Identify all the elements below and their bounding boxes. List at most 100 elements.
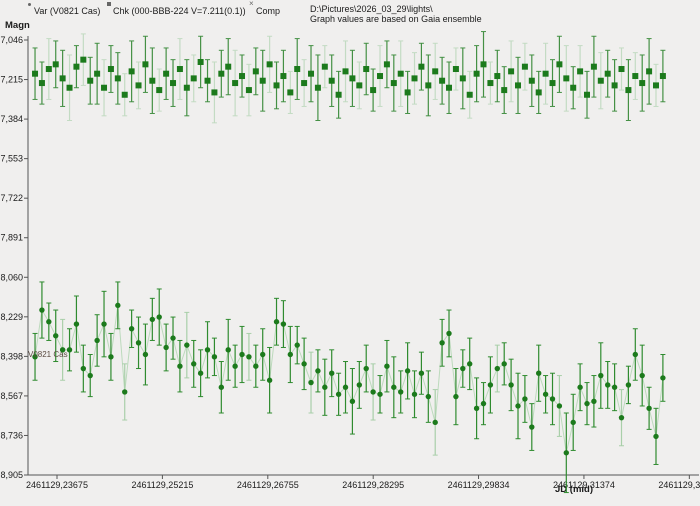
chk-data-point <box>73 64 79 70</box>
x-tick-label: 2461129,28295 <box>342 480 404 490</box>
chk-data-point <box>315 85 321 91</box>
chk-data-point <box>225 64 231 70</box>
chk-data-point <box>563 75 569 81</box>
var-data-point <box>384 363 389 368</box>
chk-data-point <box>218 71 224 77</box>
chk-data-point <box>336 92 342 98</box>
chk-data-point <box>522 64 528 70</box>
y-tick-label: 8,398 <box>0 351 23 361</box>
var-data-point <box>481 401 486 406</box>
var-data-point <box>143 352 148 357</box>
chk-data-point <box>198 59 204 65</box>
y-tick-label: 7,384 <box>0 114 23 124</box>
var-data-point <box>639 373 644 378</box>
var-data-point <box>122 389 127 394</box>
chk-data-point <box>87 78 93 84</box>
chk-data-point <box>412 75 418 81</box>
chk-data-point <box>474 71 480 77</box>
chk-data-point <box>591 64 597 70</box>
var-data-point <box>129 326 134 331</box>
var-data-point <box>453 394 458 399</box>
chk-data-point <box>129 68 135 74</box>
chk-data-point <box>467 92 473 98</box>
var-data-point <box>239 352 244 357</box>
chk-data-point <box>356 82 362 88</box>
var-data-point <box>633 352 638 357</box>
chk-data-point <box>142 61 148 67</box>
y-tick-label: 7,215 <box>0 75 23 85</box>
x-tick-label: 2461129,23675 <box>26 480 88 490</box>
var-data-point <box>267 378 272 383</box>
var-data-point <box>177 363 182 368</box>
chk-data-point <box>101 85 107 91</box>
x-tick-label: 2461129,26755 <box>237 480 299 490</box>
var-data-point <box>412 392 417 397</box>
chk-data-point <box>529 78 535 84</box>
var-data-point <box>150 317 155 322</box>
chk-data-point <box>439 78 445 84</box>
y-tick-label: 7,553 <box>0 154 23 164</box>
chk-data-point <box>494 73 500 79</box>
light-curve-window: Var (V0821 Cas) Chk (000-BBB-224 V=7.211… <box>0 0 700 506</box>
var-data-point <box>543 392 548 397</box>
var-data-point <box>184 342 189 347</box>
var-data-point <box>571 420 576 425</box>
chk-data-point <box>191 75 197 81</box>
var-data-point <box>474 406 479 411</box>
var-data-point <box>232 363 237 368</box>
var-data-point <box>219 385 224 390</box>
chk-data-point <box>625 87 631 93</box>
chk-data-point <box>149 78 155 84</box>
var-data-point <box>88 373 93 378</box>
var-data-point <box>439 340 444 345</box>
chk-data-point <box>556 61 562 67</box>
chk-data-point <box>391 80 397 86</box>
chk-data-point <box>398 71 404 77</box>
var-data-point <box>274 319 279 324</box>
chk-data-point <box>184 85 190 91</box>
chk-data-point <box>515 82 521 88</box>
var-star-plot-label: V0821 Cas <box>28 350 68 359</box>
chk-data-point <box>536 89 542 95</box>
var-data-point <box>364 366 369 371</box>
var-data-point <box>350 399 355 404</box>
var-data-point <box>115 303 120 308</box>
var-data-point <box>212 354 217 359</box>
var-data-point <box>67 347 72 352</box>
var-data-point <box>322 385 327 390</box>
var-data-point <box>377 392 382 397</box>
chk-data-point <box>280 73 286 79</box>
y-tick-label: 8,905 <box>0 470 23 480</box>
var-data-point <box>101 321 106 326</box>
chk-data-point <box>156 87 162 93</box>
chk-data-point <box>232 80 238 86</box>
chk-data-point <box>453 66 459 72</box>
chk-data-point <box>660 73 666 79</box>
chk-data-point <box>267 61 273 67</box>
chk-data-point <box>639 80 645 86</box>
var-data-point <box>74 321 79 326</box>
y-tick-label: 8,229 <box>0 312 23 322</box>
var-data-point <box>460 366 465 371</box>
var-data-point <box>191 361 196 366</box>
var-data-point <box>94 338 99 343</box>
var-data-point <box>619 415 624 420</box>
var-data-point <box>515 403 520 408</box>
var-data-point <box>46 319 51 324</box>
chk-data-point <box>487 80 493 86</box>
chk-data-point <box>211 89 217 95</box>
var-data-point <box>370 389 375 394</box>
chk-data-point <box>481 61 487 67</box>
y-tick-label: 7,722 <box>0 193 23 203</box>
var-data-point <box>564 450 569 455</box>
chk-data-point <box>632 73 638 79</box>
chk-data-point <box>322 64 328 70</box>
chk-data-point <box>170 80 176 86</box>
chk-data-point <box>501 87 507 93</box>
var-data-point <box>343 385 348 390</box>
var-data-point <box>557 403 562 408</box>
var-data-point <box>467 361 472 366</box>
chk-data-point <box>136 82 142 88</box>
chk-data-point <box>343 68 349 74</box>
var-data-point <box>157 314 162 319</box>
